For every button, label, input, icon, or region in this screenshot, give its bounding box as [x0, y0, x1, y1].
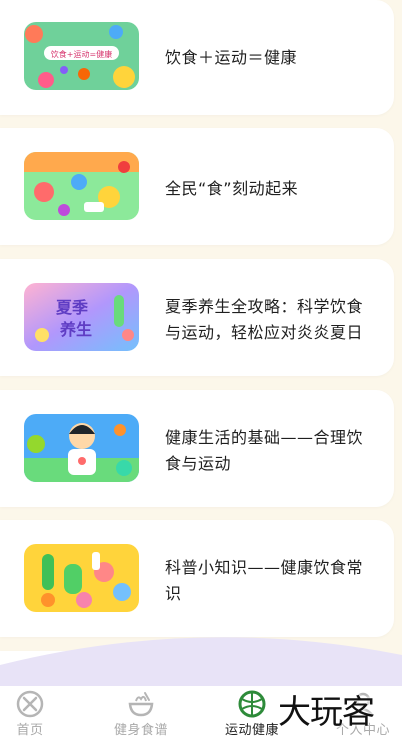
tab-label: 运动健康 [224, 723, 279, 738]
ball-icon [238, 690, 266, 718]
article-card[interactable]: 健康生活的基础——合理饮食与运动 [0, 390, 394, 507]
tab-label: 首页 [16, 723, 44, 738]
tab-home[interactable]: 首页 [0, 686, 80, 742]
article-card[interactable]: 科普小知识——健康饮食常识 [0, 520, 394, 637]
article-thumbnail[interactable] [24, 152, 139, 220]
article-card[interactable]: 夏季 养生 夏季养生全攻略：科学饮食与运动，轻松应对炎炎夏日 [0, 259, 394, 376]
thumbnail-caption: 夏季 [55, 298, 89, 317]
thumbnail-caption: 饮食+运动=健康 [51, 49, 112, 59]
article-card[interactable]: 饮食+运动=健康 饮食＋运动＝健康 [0, 0, 394, 115]
article-title[interactable]: 健康生活的基础——合理饮食与运动 [165, 392, 365, 509]
article-card[interactable]: 全民“食”刻动起来 [0, 128, 394, 245]
article-thumbnail[interactable]: 夏季 养生 [24, 283, 139, 351]
article-thumbnail[interactable]: 饮食+运动=健康 [24, 22, 139, 90]
article-title[interactable]: 科普小知识——健康饮食常识 [165, 522, 365, 639]
bowl-icon [128, 692, 154, 717]
article-thumbnail[interactable] [24, 544, 139, 612]
article-title[interactable]: 夏季养生全攻略：科学饮食与运动，轻松应对炎炎夏日 [165, 261, 365, 378]
article-thumbnail[interactable] [24, 414, 139, 482]
article-title[interactable]: 全民“食”刻动起来 [165, 130, 365, 247]
tab-recipes[interactable]: 健身食谱 [91, 686, 191, 742]
thumbnail-caption: 养生 [59, 320, 92, 339]
article-title[interactable]: 饮食＋运动＝健康 [165, 0, 365, 115]
tab-label: 健身食谱 [113, 723, 168, 738]
home-icon [16, 690, 44, 718]
watermark-logo: 大玩客 [278, 692, 375, 731]
